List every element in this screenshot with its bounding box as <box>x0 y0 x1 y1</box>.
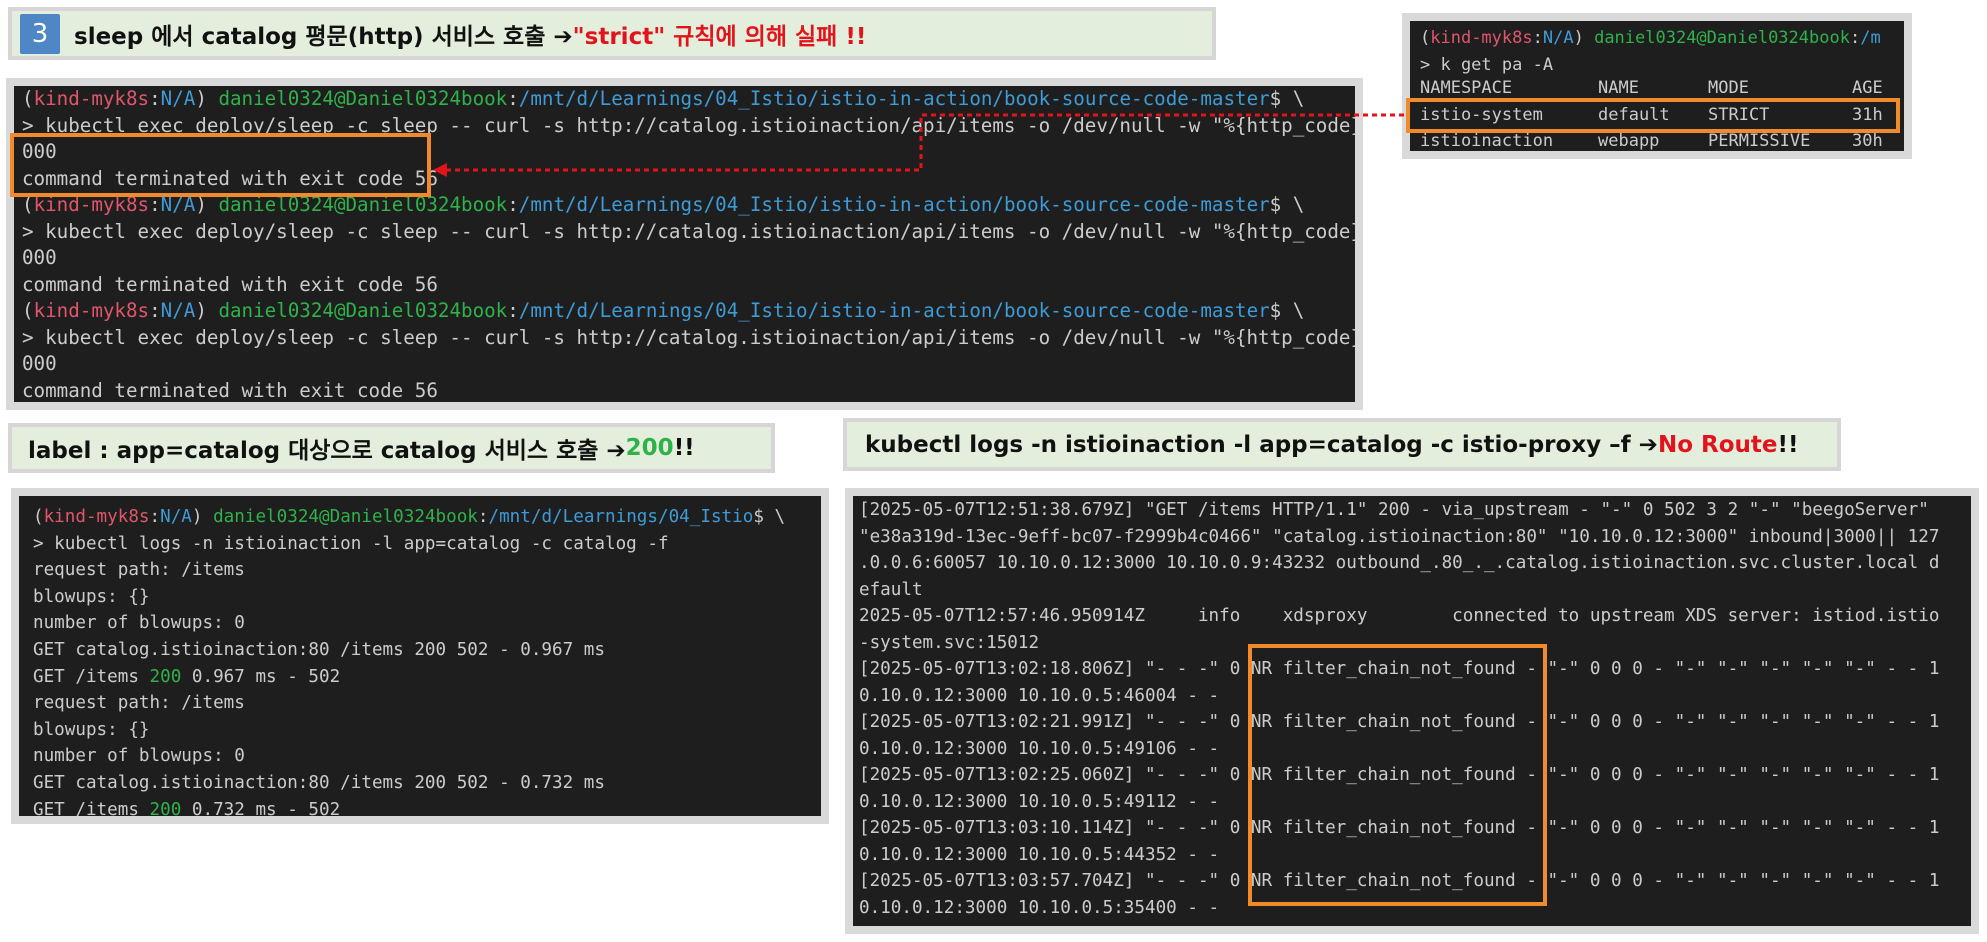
terminal-peer-auth: (kind-myk8s:N/A) daniel0324@Daniel0324bo… <box>1402 13 1912 159</box>
pa-cell: webapp <box>1598 131 1660 151</box>
step-number-badge: 3 <box>20 13 60 54</box>
pa-cell: istioinaction <box>1420 131 1554 151</box>
curl-error: command terminated with exit code 56 <box>22 378 438 402</box>
logs-banner-suffix: !! <box>1777 431 1799 458</box>
strict-highlight-box <box>1406 98 1900 133</box>
log-line: GET catalog.istioinaction:80 /items 200 … <box>33 772 605 793</box>
log-line: blowups: {} <box>33 719 150 740</box>
log-line: [2025-05-07T12:51:38.679Z] "GET /items H… <box>859 500 1929 520</box>
log-line: GET /items 200 0.732 ms - 502 <box>33 799 341 820</box>
step-banner-highlight: "strict" 규칙에 의해 실패 !! <box>572 23 867 50</box>
label-banner-suffix: !! <box>673 435 695 461</box>
log-line: GET catalog.istioinaction:80 /items 200 … <box>33 639 605 660</box>
terminal-catalog-logs: (kind-myk8s:N/A) daniel0324@Daniel0324bo… <box>11 488 829 824</box>
log-line: blowups: {} <box>33 586 150 607</box>
pa-cell: 30h <box>1852 131 1883 151</box>
step-banner: 3 sleep 에서 catalog 평문(http) 서비스 호출 ➔ "st… <box>8 7 1216 60</box>
logs-banner-text: kubectl logs -n istioinaction -l app=cat… <box>865 431 1658 458</box>
log-line: request path: /items <box>33 693 245 714</box>
curl-error: command terminated with exit code 56 <box>22 272 438 296</box>
error-highlight-box <box>10 133 431 197</box>
curl-command: > kubectl exec deploy/sleep -c sleep -- … <box>22 219 1363 243</box>
no-route-highlight-box <box>1248 644 1547 906</box>
curl-command: > kubectl exec deploy/sleep -c sleep -- … <box>22 325 1363 349</box>
pa-col-age: AGE <box>1852 78 1883 98</box>
log-line: efault <box>859 579 923 600</box>
step-banner-text: sleep 에서 catalog 평문(http) 서비스 호출 ➔ <box>74 23 573 50</box>
curl-status: 000 <box>22 352 57 375</box>
pa-col-namespace: NAMESPACE <box>1420 78 1513 98</box>
logs-banner-highlight: No Route <box>1657 431 1778 458</box>
log-line: .0.0.6:60057 10.10.0.12:3000 10.10.0.9:4… <box>859 553 1940 573</box>
log-line: GET /items 200 0.967 ms - 502 <box>33 666 341 687</box>
log-line: number of blowups: 0 <box>33 613 245 634</box>
terminal-curl-output: (kind-myk8s:N/A) daniel0324@Daniel0324bo… <box>6 78 1363 410</box>
label-banner-code: 200 <box>625 435 674 461</box>
pa-col-name: NAME <box>1598 78 1639 98</box>
log-line: "e38a319d-13ec-9eff-bc07-f2999b4c0466" "… <box>859 526 1940 547</box>
prompt-line: (kind-myk8s:N/A) daniel0324@Daniel0324bo… <box>33 507 786 527</box>
curl-status: 000 <box>22 246 57 269</box>
label-banner: label : app=catalog 대상으로 catalog 서비스 호출 … <box>8 423 775 473</box>
prompt-line: (kind-myk8s:N/A) daniel0324@Daniel0324bo… <box>22 87 1305 110</box>
prompt-line: (kind-myk8s:N/A) daniel0324@Daniel0324bo… <box>22 299 1305 322</box>
pa-col-mode: MODE <box>1708 78 1749 98</box>
catalog-logs-command: > kubectl logs -n istioinaction -l app=c… <box>33 533 669 554</box>
log-line: 2025-05-07T12:57:46.950914Z info xdsprox… <box>859 606 1940 626</box>
table-row: istioinaction webapp PERMISSIVE 30h <box>1420 131 1904 151</box>
log-line: request path: /items <box>33 560 245 581</box>
prompt-line: (kind-myk8s:N/A) daniel0324@Daniel0324bo… <box>1420 28 1881 48</box>
pa-cell: PERMISSIVE <box>1708 131 1811 151</box>
pa-command: > k get pa -A <box>1420 54 1554 75</box>
logs-banner: kubectl logs -n istioinaction -l app=cat… <box>843 418 1841 471</box>
label-banner-text: label : app=catalog 대상으로 catalog 서비스 호출 … <box>28 438 626 464</box>
log-line: number of blowups: 0 <box>33 746 245 767</box>
